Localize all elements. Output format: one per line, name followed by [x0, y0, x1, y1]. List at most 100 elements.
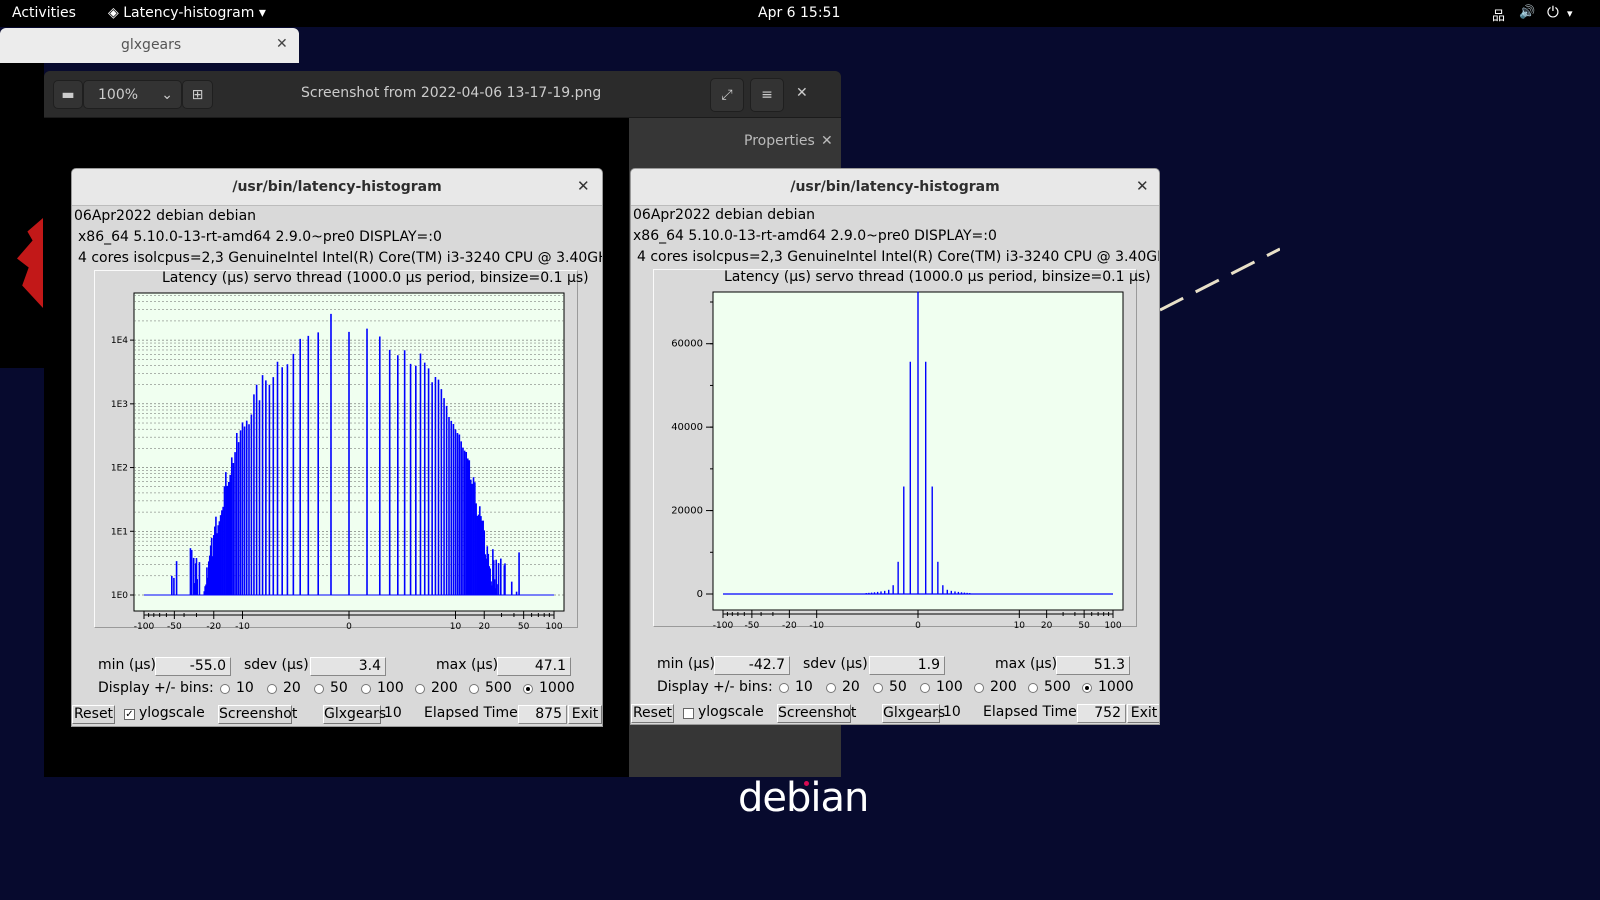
min-value: -55.0 — [155, 657, 231, 676]
bins-radio-10[interactable] — [779, 683, 789, 693]
bins-radio-20[interactable] — [826, 683, 836, 693]
bins-option-label: 500 — [485, 680, 512, 696]
reset-button[interactable]: Reset — [631, 704, 674, 723]
bins-option-label: 10 — [236, 680, 254, 696]
y-tick-label: 1E3 — [111, 400, 128, 410]
reset-button[interactable]: Reset — [72, 705, 115, 724]
gear-edge-graphic — [1160, 247, 1280, 312]
power-icon[interactable]: ⏻ — [1547, 3, 1559, 21]
bins-radio-100[interactable] — [361, 684, 371, 694]
glxgears-title: glxgears — [121, 37, 182, 53]
max-label: max (µs) — [436, 657, 499, 673]
screenshot-button[interactable]: Screenshot — [777, 704, 856, 723]
max-value: 47.1 — [497, 657, 571, 676]
y-tick-label: 1E2 — [111, 464, 128, 474]
viewer-close-icon[interactable]: ✕ — [796, 85, 808, 101]
y-tick-label: 40000 — [671, 422, 703, 433]
min-label: min (µs) — [657, 656, 715, 672]
bins-radio-1000[interactable] — [523, 684, 533, 694]
bins-radio-500[interactable] — [469, 684, 479, 694]
bins-radio-10[interactable] — [220, 684, 230, 694]
sdev-value: 1.9 — [869, 656, 945, 675]
x-tick-label: -20 — [782, 621, 797, 628]
bins-option-label: 10 — [795, 679, 813, 695]
chevron-down-icon: ⌄ — [161, 86, 173, 103]
x-tick-label: -50 — [167, 622, 182, 629]
x-tick-label: -100 — [134, 622, 155, 629]
y-tick-label: 1E4 — [111, 336, 128, 346]
zoom-select[interactable]: 100% ⌄ — [83, 80, 182, 109]
y-tick-label: 1E1 — [111, 527, 128, 537]
window-title: /usr/bin/latency-histogram — [790, 179, 1000, 195]
system-menu-caret-icon[interactable]: ▾ — [1567, 7, 1573, 20]
y-tick-label: 60000 — [671, 339, 703, 350]
fullscreen-button[interactable]: ⤢ — [710, 78, 744, 112]
bins-radio-50[interactable] — [873, 683, 883, 693]
x-tick-label: 0 — [915, 621, 921, 628]
window-titlebar[interactable]: /usr/bin/latency-histogram — [631, 169, 1159, 206]
app-menu-label: Latency-histogram — [123, 5, 255, 21]
volume-icon[interactable]: 🔊 — [1519, 5, 1535, 20]
histogram-window-2: /usr/bin/latency-histogram ✕ 06Apr2022 d… — [630, 168, 1160, 725]
bins-option-label: 100 — [936, 679, 963, 695]
x-tick-label: 0 — [346, 622, 352, 629]
histogram-chart: 1E01E11E21E31E4-100 -50 -20 -10 0 10 20 50 100 — [111, 292, 565, 629]
glxgears-count: 10 — [384, 705, 402, 721]
bins-radio-1000[interactable] — [1082, 683, 1092, 693]
histogram-chart: 0200004000060000-100 -50 -20 -10 0 10 20 50 100 — [671, 291, 1124, 628]
close-icon[interactable]: ✕ — [276, 36, 288, 52]
x-tick-label: -50 — [745, 621, 760, 628]
bins-option-label: 500 — [1044, 679, 1071, 695]
screenshot-button[interactable]: Screenshot — [218, 705, 297, 724]
elapsed-label: Elapsed Time: — [983, 704, 1082, 720]
zoom-level: 100% — [98, 86, 139, 103]
ylogscale-checkbox[interactable] — [683, 708, 694, 719]
minus-icon: ▬ — [61, 86, 75, 103]
activities-button[interactable]: Activities — [12, 5, 76, 21]
bins-radio-500[interactable] — [1028, 683, 1038, 693]
glxgears-button[interactable]: Glxgears — [882, 704, 945, 723]
info-line-date: 06Apr2022 debian debian — [633, 207, 816, 223]
sdev-label: sdev (µs) — [244, 657, 309, 673]
zoom-in-button[interactable]: ⊞ — [182, 80, 213, 109]
x-tick-label: 10 — [450, 622, 462, 629]
bins-option-label: 200 — [431, 680, 458, 696]
glxgears-titlebar[interactable]: glxgears ✕ — [0, 28, 299, 63]
properties-title: Properties — [744, 133, 815, 149]
x-tick-label: 100 — [1104, 621, 1121, 628]
ylogscale-checkbox[interactable]: ✓ — [124, 709, 135, 720]
y-tick-label: 0 — [697, 589, 703, 600]
close-icon[interactable]: ✕ — [577, 177, 590, 195]
window-titlebar[interactable]: /usr/bin/latency-histogram — [72, 169, 602, 206]
zoom-out-button[interactable]: ▬ — [53, 80, 83, 109]
info-line-date: 06Apr2022 debian debian — [74, 208, 257, 224]
viewer-title: Screenshot from 2022-04-06 13-17-19.png — [301, 85, 602, 101]
bins-radio-200[interactable] — [415, 684, 425, 694]
bins-radio-20[interactable] — [267, 684, 277, 694]
x-tick-label: -20 — [206, 622, 221, 629]
bins-option-label: 20 — [283, 680, 301, 696]
network-icon[interactable]: 品 — [1492, 5, 1505, 24]
min-label: min (µs) — [98, 657, 156, 673]
bins-option-label: 50 — [889, 679, 907, 695]
bins-radio-50[interactable] — [314, 684, 324, 694]
x-tick-label: 50 — [518, 622, 530, 629]
bins-radio-200[interactable] — [974, 683, 984, 693]
plot-title: Latency (µs) servo thread (1000.0 µs per… — [724, 269, 1151, 285]
elapsed-value: 875 — [518, 705, 567, 724]
elapsed-label: Elapsed Time: — [424, 705, 523, 721]
info-line-cpu: 4 cores isolcpus=2,3 GenuineIntel Intel(… — [78, 250, 603, 266]
exit-button[interactable]: Exit — [568, 705, 602, 724]
close-icon[interactable]: ✕ — [1136, 177, 1149, 195]
caret-down-icon: ▾ — [258, 5, 266, 21]
sdev-value: 3.4 — [310, 657, 386, 676]
clock[interactable]: Apr 6 15:51 — [758, 5, 840, 21]
sdev-label: sdev (µs) — [803, 656, 868, 672]
exit-button[interactable]: Exit — [1127, 704, 1159, 723]
top-bar: Activities ◈ Latency-histogram ▾ Apr 6 1… — [0, 0, 1600, 27]
glxgears-button[interactable]: Glxgears — [323, 705, 386, 724]
properties-close-icon[interactable]: ✕ — [821, 133, 833, 149]
app-menu[interactable]: ◈ Latency-histogram ▾ — [108, 5, 266, 21]
menu-button[interactable]: ≡ — [750, 78, 784, 112]
bins-radio-100[interactable] — [920, 683, 930, 693]
